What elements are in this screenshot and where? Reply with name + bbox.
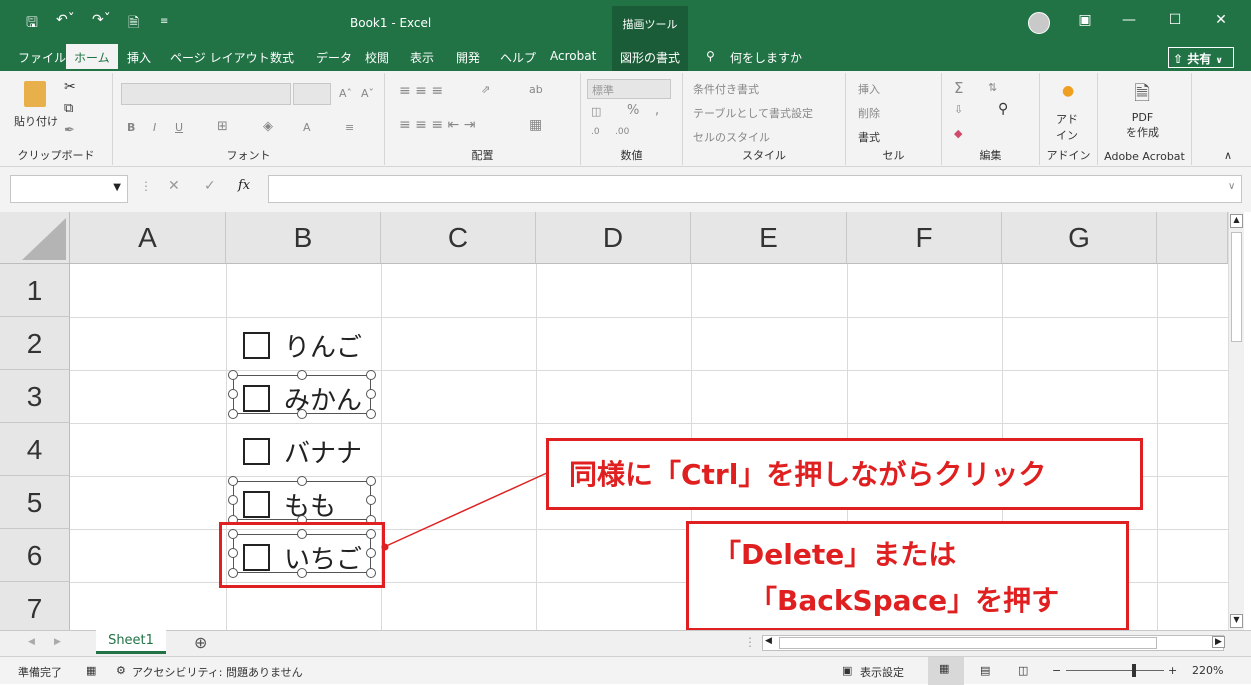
zoom-in-icon[interactable]: + [1168, 664, 1177, 677]
sheet-tab-sheet1[interactable]: Sheet1 [96, 630, 166, 654]
page-break-view-icon[interactable]: ◫ [1018, 664, 1028, 677]
status-bar: 準備完了 ▦ ⚙ アクセシビリティ: 問題ありません ▣ 表示設定 ▦ ▤ ◫ … [0, 656, 1251, 685]
normal-view-icon: ▦ [939, 662, 950, 675]
h-scroll-thumb[interactable] [779, 637, 1157, 649]
add-sheet-icon[interactable]: ⊕ [194, 633, 207, 652]
zoom-level[interactable]: 220% [1192, 664, 1223, 677]
display-settings-button[interactable]: 表示設定 [860, 664, 904, 680]
callout-delete-line1: 「Delete」または [713, 538, 957, 571]
scroll-right-icon[interactable]: ▶ [1212, 636, 1225, 648]
accessibility-status[interactable]: アクセシビリティ: 問題ありません [132, 664, 303, 680]
split-handle-icon[interactable]: ⋮ [744, 635, 756, 649]
display-settings-icon: ▣ [842, 664, 853, 677]
zoom-slider[interactable] [1066, 670, 1164, 671]
accessibility-icon: ⚙ [116, 664, 126, 677]
status-ready: 準備完了 [18, 666, 62, 679]
callout-ctrl-click-text: 同様に「Ctrl」を押しながらクリック [569, 458, 1047, 491]
zoom-out-icon[interactable]: − [1052, 664, 1061, 677]
sheet-tab-bar: ◀ ▶ Sheet1 ⊕ ⋮ ◀ ▶ [0, 630, 1251, 656]
macro-record-icon[interactable]: ▦ [86, 664, 96, 677]
next-sheet-icon[interactable]: ▶ [54, 637, 61, 647]
callout-delete: 「Delete」または 「BackSpace」を押す [686, 521, 1129, 631]
callout-ctrl-click: 同様に「Ctrl」を押しながらクリック [546, 438, 1143, 510]
callout-delete-line2: 「BackSpace」を押す [749, 584, 1060, 617]
normal-view-button[interactable]: ▦ [928, 657, 964, 685]
prev-sheet-icon[interactable]: ◀ [28, 637, 35, 647]
zoom-slider-thumb[interactable] [1132, 664, 1136, 677]
page-layout-view-icon[interactable]: ▤ [980, 664, 990, 677]
scroll-left-icon[interactable]: ◀ [765, 636, 772, 646]
horizontal-scrollbar[interactable]: ◀ [762, 635, 1224, 651]
